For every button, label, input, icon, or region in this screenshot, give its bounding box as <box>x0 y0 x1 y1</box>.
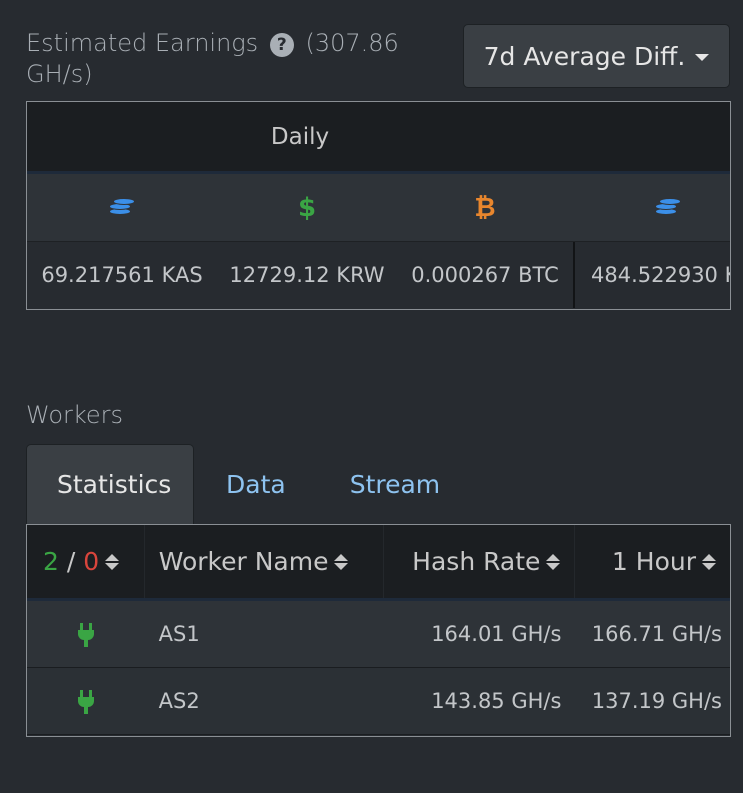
plug-icon <box>77 689 95 714</box>
help-icon[interactable]: ? <box>269 33 294 57</box>
status-count-header[interactable]: 2 / 0 <box>27 525 145 598</box>
sort-icon <box>702 553 716 570</box>
sort-icon <box>105 553 120 570</box>
earnings-btc: 0.000267 BTC <box>411 263 559 287</box>
worker-name: AS1 <box>158 622 200 646</box>
worker-name-header[interactable]: Worker Name <box>145 525 384 598</box>
worker-hash-rate: 164.01 GH/s <box>431 622 562 646</box>
sort-icon <box>334 553 349 570</box>
one-hour-header-label: 1 Hour <box>611 547 696 576</box>
caret-down-icon <box>695 53 710 61</box>
offline-count: 0 <box>83 547 100 576</box>
period-header: Daily <box>270 123 330 150</box>
difficulty-dropdown[interactable]: 7d Average Diff. <box>463 24 730 88</box>
coins-icon <box>655 194 681 218</box>
estimated-earnings-label: Estimated Earnings <box>26 29 259 57</box>
tab-statistics[interactable]: Statistics <box>26 444 194 524</box>
count-separator: / <box>58 547 84 576</box>
worker-hash-rate: 143.85 GH/s <box>431 689 562 713</box>
workers-title: Workers <box>26 401 124 429</box>
hash-rate-header[interactable]: Hash Rate <box>384 525 576 598</box>
online-count: 2 <box>43 547 59 576</box>
worker-name: AS2 <box>158 689 200 713</box>
workers-table-header: 2 / 0 Worker Name Hash Rate 1 Hour <box>27 525 730 601</box>
tab-data[interactable]: Data <box>194 444 318 524</box>
bitcoin-icon: ₿ <box>474 193 496 223</box>
sort-icon <box>546 553 561 570</box>
table-row[interactable]: AS1 164.01 GH/s 166.71 GH/s <box>27 601 730 668</box>
plug-icon <box>77 622 95 647</box>
earnings-kas: 69.217561 KAS <box>41 263 203 287</box>
earnings-table: Daily $ ₿ 69.217561 KAS 12729.12 KRW 0.0… <box>26 101 731 310</box>
earnings-krw: 12729.12 KRW <box>229 263 385 287</box>
table-row[interactable]: AS2 143.85 GH/s 137.19 GH/s <box>27 668 730 735</box>
dollar-icon: $ <box>297 192 317 223</box>
difficulty-dropdown-label: 7d Average Diff. <box>483 41 686 71</box>
earnings-extra: 484.522930 K <box>573 242 730 308</box>
earnings-value-row: 69.217561 KAS 12729.12 KRW 0.000267 BTC … <box>27 242 730 308</box>
workers-tabs: Statistics Data Stream <box>26 444 472 524</box>
worker-name-header-label: Worker Name <box>158 547 329 576</box>
tab-stream[interactable]: Stream <box>318 444 472 524</box>
estimated-earnings-title: Estimated Earnings ? (307.86 GH/s) <box>26 28 446 90</box>
earnings-table-header: Daily <box>27 102 730 174</box>
workers-table: 2 / 0 Worker Name Hash Rate 1 Hour AS1 1… <box>26 524 731 737</box>
hash-rate-header-label: Hash Rate <box>412 547 541 576</box>
worker-one-hour-rate: 137.19 GH/s <box>591 689 722 713</box>
one-hour-header[interactable]: 1 Hour <box>575 525 730 598</box>
earnings-icon-row: $ ₿ <box>27 174 730 242</box>
worker-one-hour-rate: 166.71 GH/s <box>591 622 722 646</box>
coins-icon <box>109 194 135 218</box>
